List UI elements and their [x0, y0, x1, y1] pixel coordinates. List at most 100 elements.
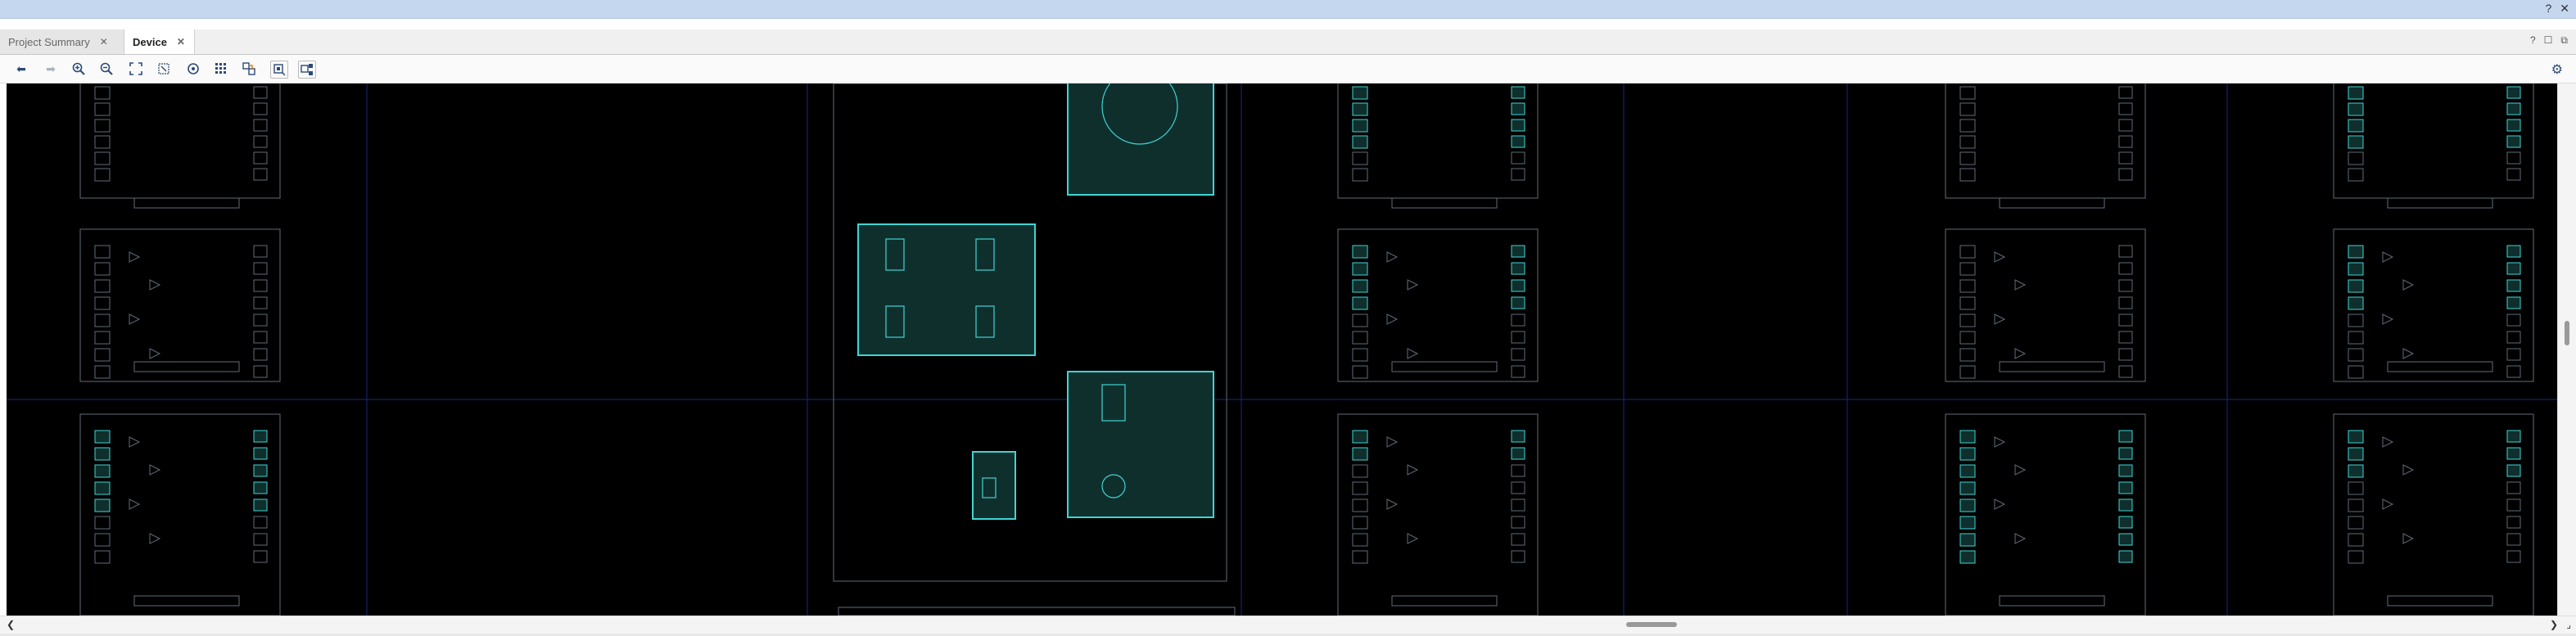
slice-ff	[2118, 481, 2133, 494]
routing-resources-icon[interactable]	[241, 61, 257, 77]
slice-ff	[2506, 102, 2521, 115]
close-icon[interactable]: ✕	[100, 36, 108, 47]
slice-lut	[1352, 313, 1368, 327]
carry-chain	[2387, 595, 2493, 607]
device-canvas[interactable]	[7, 68, 2558, 616]
tile-outline	[79, 74, 281, 199]
tab-device[interactable]: Device ✕	[124, 29, 195, 54]
tab-project-summary[interactable]: Project Summary ✕	[0, 29, 124, 54]
slice-lut	[1352, 348, 1368, 362]
slice-lut	[1959, 533, 1976, 547]
mux-shape	[2382, 436, 2394, 448]
zoom-in-icon[interactable]	[70, 61, 87, 77]
slice-ff	[2506, 262, 2521, 275]
arrow-left-icon[interactable]: ⬅	[13, 61, 29, 77]
close-icon[interactable]: ✕	[177, 36, 185, 47]
slice-lut	[2348, 168, 2364, 182]
tile-outline	[2333, 413, 2534, 616]
vertical-scrollbar[interactable]	[2557, 83, 2576, 616]
device-view[interactable]	[7, 68, 2558, 616]
mux-shape	[149, 533, 161, 544]
horizontal-scroll-thumb[interactable]	[1626, 622, 1677, 627]
scroll-left-icon[interactable]: ❮	[7, 619, 15, 630]
slice-ff	[2506, 168, 2521, 181]
slice-ff	[253, 296, 268, 309]
tile-outline	[2333, 228, 2534, 382]
slice-ff	[1511, 296, 1525, 309]
mux-shape	[129, 436, 141, 448]
slice-ff	[2118, 296, 2133, 309]
slice-lut	[1352, 135, 1368, 149]
slice-lut	[94, 365, 111, 379]
slice-ff	[2506, 498, 2521, 512]
slice-lut	[2348, 481, 2364, 495]
window-help-button[interactable]: ?	[2545, 2, 2551, 16]
slice-lut	[2348, 447, 2364, 461]
slice-ff	[2118, 365, 2133, 378]
mux-shape	[149, 464, 161, 476]
slice-lut	[1959, 296, 1976, 310]
slice-lut	[1959, 348, 1976, 362]
slice-ff	[1511, 245, 1525, 258]
slice-lut	[2348, 313, 2364, 327]
auto-fit-selection-icon[interactable]	[185, 61, 201, 77]
mux-shape	[2014, 348, 2027, 359]
select-area-icon[interactable]	[270, 61, 288, 79]
slice-lut	[2348, 86, 2364, 100]
mux-shape	[2014, 464, 2027, 476]
slice-ff	[2118, 313, 2133, 327]
mux-shape	[1386, 498, 1399, 510]
carry-chain	[1391, 361, 1498, 372]
restore-button[interactable]: ☐	[2544, 34, 2553, 47]
slice-ff	[253, 464, 268, 477]
slice-ff	[253, 516, 268, 529]
tab-help-button[interactable]: ?	[2530, 34, 2536, 47]
zoom-area-icon[interactable]	[156, 61, 172, 77]
slice-ff	[1511, 430, 1525, 443]
mux-shape	[1407, 348, 1419, 359]
vertical-scroll-thumb[interactable]	[2565, 321, 2569, 345]
slice-ff	[1511, 550, 1525, 563]
slice-lut	[1959, 168, 1976, 182]
zoom-out-icon[interactable]	[98, 61, 115, 77]
slice-lut	[2348, 135, 2364, 149]
scroll-right-icon[interactable]: ❯	[2550, 619, 2558, 630]
slice-lut	[1352, 430, 1368, 444]
editor-tab-bar: Project Summary ✕ Device ✕ ? ☐ ⧉	[0, 29, 2576, 55]
slice-lut	[1959, 331, 1976, 345]
slice-ff	[253, 365, 268, 378]
slice-lut	[2348, 348, 2364, 362]
slice-lut	[94, 516, 111, 530]
slice-lut	[2348, 119, 2364, 133]
slice-lut	[94, 168, 111, 182]
mux-shape	[1407, 464, 1419, 476]
slice-ff	[1511, 447, 1525, 460]
slice-lut	[2348, 262, 2364, 276]
zoom-fit-icon[interactable]	[128, 61, 144, 77]
slice-ff	[1511, 313, 1525, 327]
slice-ff	[2506, 296, 2521, 309]
slice-lut	[94, 447, 111, 461]
slice-ff	[2506, 430, 2521, 443]
slice-ff	[2118, 533, 2133, 546]
slice-lut	[94, 151, 111, 165]
slice-ff	[2118, 464, 2133, 477]
slice-ff	[2506, 119, 2521, 132]
slice-lut	[1959, 279, 1976, 293]
slice-lut	[2348, 279, 2364, 293]
gear-icon[interactable]: ⚙	[2551, 61, 2563, 78]
toggle-view-icon[interactable]	[298, 61, 316, 79]
slice-lut	[1959, 430, 1976, 444]
slice-ff	[2506, 135, 2521, 148]
slice-ff	[253, 481, 268, 494]
horizontal-scrollbar[interactable]: ❮ ❯ ⌟	[0, 616, 2576, 634]
slice-lut	[1959, 313, 1976, 327]
window-close-button[interactable]: ✕	[2560, 2, 2569, 16]
slice-lut	[94, 262, 111, 276]
arrow-right-icon[interactable]: ➡	[43, 61, 59, 77]
slice-ff	[1511, 279, 1525, 292]
slice-lut	[1352, 168, 1368, 182]
maximize-button[interactable]: ⧉	[2560, 34, 2568, 47]
slice-ff	[253, 430, 268, 443]
grid-icon[interactable]	[213, 61, 229, 77]
